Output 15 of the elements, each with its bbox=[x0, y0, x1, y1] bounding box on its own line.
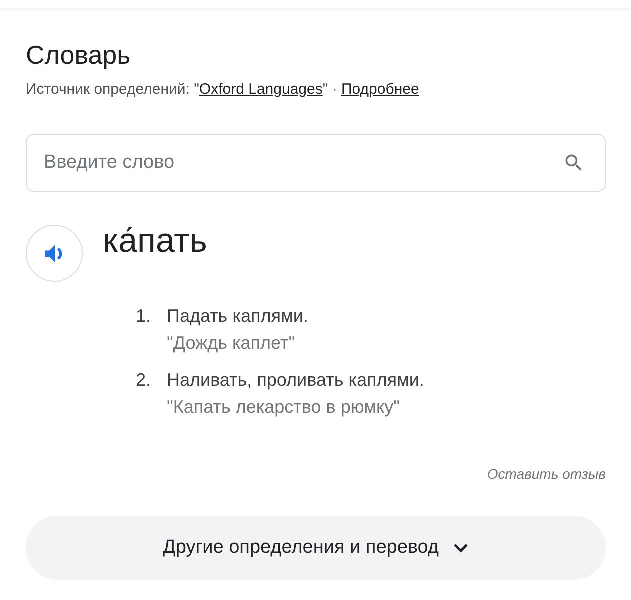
usage-example: "Дождь каплет" bbox=[167, 332, 296, 355]
source-line: Источник определений: "Oxford Languages" · Подробнее bbox=[26, 80, 420, 100]
definition-number: 2. bbox=[136, 369, 152, 392]
search-field[interactable]: Введите слово bbox=[26, 134, 606, 192]
headword: ка́пать bbox=[103, 221, 208, 261]
source-link[interactable]: Oxford Languages bbox=[199, 81, 323, 98]
more-definitions-button[interactable]: Другие определения и перевод bbox=[26, 516, 606, 580]
more-link[interactable]: Подробнее bbox=[342, 81, 420, 98]
usage-example: "Капать лекарство в рюмку" bbox=[167, 396, 402, 419]
definition-text: Падать каплями. bbox=[167, 305, 310, 328]
chevron-down-icon bbox=[453, 543, 470, 553]
definition-number: 1. bbox=[136, 305, 152, 328]
feedback-link[interactable]: Оставить отзыв bbox=[487, 466, 606, 482]
dictionary-title: Словарь bbox=[26, 39, 132, 72]
definition-text: Наливать, проливать каплями. bbox=[167, 369, 426, 392]
